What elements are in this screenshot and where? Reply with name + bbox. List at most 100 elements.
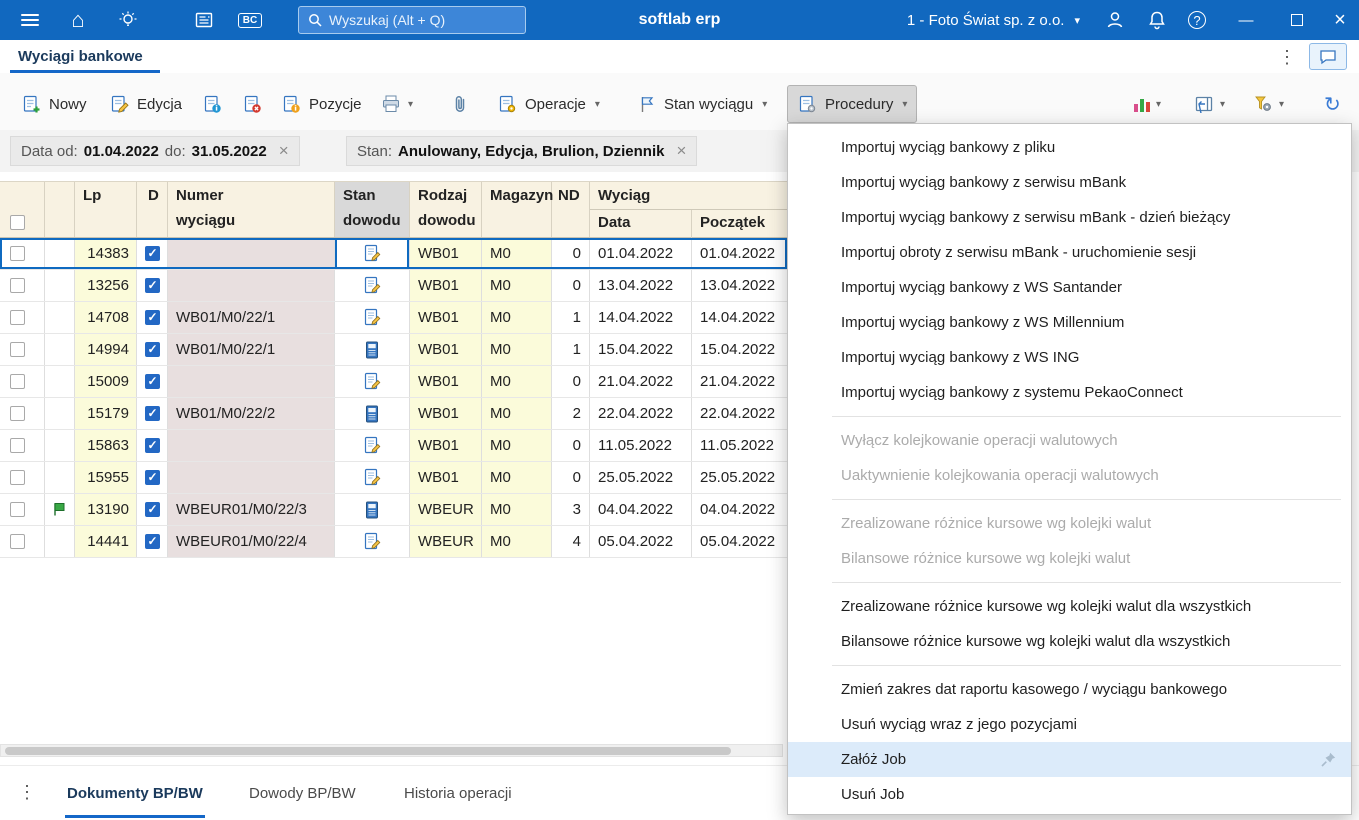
d-checkbox[interactable] <box>144 438 160 453</box>
table-row[interactable]: 15955 WB01 M0 0 25.05.2022 25.05.2022 <box>0 462 787 494</box>
menu-item[interactable]: Wyłącz kolejkowanie operacji walutowych <box>788 423 1351 458</box>
operations-button[interactable]: Operacje ▾ <box>488 85 609 123</box>
select-all-checkbox[interactable] <box>10 215 25 230</box>
more-options-icon[interactable]: ⋮ <box>18 782 36 803</box>
menu-item[interactable]: Importuj wyciąg bankowy z pliku <box>788 130 1351 165</box>
row-checkbox[interactable] <box>10 470 25 485</box>
notifications-button[interactable] <box>1141 0 1173 40</box>
filter-stan-chip[interactable]: Stan: Anulowany, Edycja, Brulion, Dzienn… <box>346 136 698 166</box>
news-button[interactable] <box>190 6 218 34</box>
d-checkbox[interactable] <box>144 534 160 549</box>
filter-settings-button[interactable]: ▾ <box>1246 85 1290 123</box>
edit-button[interactable]: Edycja <box>100 85 191 123</box>
search-input[interactable] <box>329 12 517 28</box>
remove-filter-icon[interactable]: × <box>676 141 686 161</box>
tab-historia-operacji[interactable]: Historia operacji <box>402 766 514 820</box>
refresh-button[interactable]: ↻ <box>1318 85 1347 123</box>
table-row[interactable]: 15179 WB01/M0/22/2 WB01 M0 2 22.04.2022 … <box>0 398 787 430</box>
procedures-button[interactable]: Procedury ▾ <box>787 85 918 123</box>
table-row[interactable]: 15009 WB01 M0 0 21.04.2022 21.04.2022 <box>0 366 787 398</box>
menu-item[interactable]: Usuń Job <box>788 777 1351 812</box>
col-header-poczatek[interactable]: Początek <box>692 210 787 238</box>
attachments-button[interactable] <box>444 85 476 123</box>
menu-item[interactable]: Importuj wyciąg bankowy z serwisu mBank <box>788 165 1351 200</box>
d-checkbox[interactable] <box>144 406 160 421</box>
menu-item[interactable]: Zrealizowane różnice kursowe wg kolejki … <box>788 506 1351 541</box>
menu-item[interactable]: Załóż Job <box>788 742 1351 777</box>
row-checkbox[interactable] <box>10 310 25 325</box>
menu-item[interactable]: Zrealizowane różnice kursowe wg kolejki … <box>788 589 1351 624</box>
menu-item[interactable]: Importuj wyciąg bankowy z WS ING <box>788 340 1351 375</box>
menu-item[interactable]: Importuj wyciąg bankowy z systemu PekaoC… <box>788 375 1351 410</box>
col-header-data[interactable]: Data <box>590 210 692 238</box>
menu-item[interactable]: Zmień zakres dat raportu kasowego / wyci… <box>788 672 1351 707</box>
col-header-nd[interactable]: ND <box>552 182 590 237</box>
table-row[interactable]: 14383 WB01 M0 0 01.04.2022 01.04.2022 <box>0 238 787 270</box>
table-row[interactable]: 15863 WB01 M0 0 11.05.2022 11.05.2022 <box>0 430 787 462</box>
row-checkbox[interactable] <box>10 406 25 421</box>
d-checkbox[interactable] <box>144 342 160 357</box>
filter-data-chip[interactable]: Data od: 01.04.2022 do: 31.05.2022 × <box>10 136 300 166</box>
d-checkbox[interactable] <box>144 246 160 261</box>
home-button[interactable]: ⌂ <box>64 6 92 34</box>
col-header-lp[interactable]: Lp <box>75 182 137 237</box>
d-checkbox[interactable] <box>144 502 160 517</box>
panel-layout-button[interactable]: ▾ <box>1188 85 1231 123</box>
bc-button[interactable]: BC <box>236 6 264 34</box>
scrollbar-thumb[interactable] <box>5 747 731 755</box>
menu-item[interactable]: Importuj obroty z serwisu mBank - urucho… <box>788 235 1351 270</box>
more-options-icon[interactable]: ⋮ <box>1277 47 1297 68</box>
lightbulb-button[interactable] <box>114 6 142 34</box>
chart-view-button[interactable]: ▾ <box>1128 85 1167 123</box>
col-header-flag[interactable] <box>45 182 75 237</box>
d-checkbox[interactable] <box>144 310 160 325</box>
company-selector[interactable]: 1 - Foto Świat sp. z o.o. ▾ <box>907 0 1080 40</box>
new-button[interactable]: Nowy <box>12 85 96 123</box>
row-checkbox[interactable] <box>10 534 25 549</box>
menu-item[interactable]: Uaktywnienie kolejkowania operacji walut… <box>788 458 1351 493</box>
row-checkbox[interactable] <box>10 246 25 261</box>
menu-item[interactable]: Usuń wyciąg wraz z jego pozycjami <box>788 707 1351 742</box>
menu-item[interactable]: Bilansowe różnice kursowe wg kolejki wal… <box>788 624 1351 659</box>
show-document-button[interactable] <box>196 85 229 123</box>
row-checkbox[interactable] <box>10 278 25 293</box>
d-checkbox[interactable] <box>144 470 160 485</box>
tab-dokumenty-bp-bw[interactable]: Dokumenty BP/BW <box>65 766 205 820</box>
positions-button[interactable]: Pozycje <box>272 85 371 123</box>
d-checkbox[interactable] <box>144 374 160 389</box>
chat-button[interactable] <box>1309 43 1347 70</box>
table-row[interactable]: 14994 WB01/M0/22/1 WB01 M0 1 15.04.2022 … <box>0 334 787 366</box>
table-row[interactable]: 13256 WB01 M0 0 13.04.2022 13.04.2022 <box>0 270 787 302</box>
close-button[interactable]: × <box>1324 0 1356 40</box>
d-checkbox[interactable] <box>144 278 160 293</box>
menu-item[interactable]: Importuj wyciąg bankowy z serwisu mBank … <box>788 200 1351 235</box>
table-row[interactable]: 14708 WB01/M0/22/1 WB01 M0 1 14.04.2022 … <box>0 302 787 334</box>
pin-icon[interactable] <box>1320 751 1337 768</box>
tab-dowody-bp-bw[interactable]: Dowody BP/BW <box>247 766 358 820</box>
help-button[interactable]: ? <box>1181 0 1213 40</box>
hamburger-menu-button[interactable] <box>16 6 44 34</box>
menu-item[interactable]: Bilansowe różnice kursowe wg kolejki wal… <box>788 541 1351 576</box>
row-checkbox[interactable] <box>10 342 25 357</box>
remove-filter-icon[interactable]: × <box>279 141 289 161</box>
row-checkbox[interactable] <box>10 374 25 389</box>
row-checkbox[interactable] <box>10 438 25 453</box>
col-header-select[interactable] <box>0 182 45 237</box>
statement-state-button[interactable]: Stan wyciągu ▾ <box>628 85 776 123</box>
col-header-magazyn[interactable]: Magazyn <box>482 182 553 237</box>
print-button[interactable]: ▾ <box>374 85 419 123</box>
minimize-button[interactable]: — <box>1230 0 1262 40</box>
delete-button[interactable] <box>236 85 269 123</box>
menu-item[interactable]: Importuj wyciąg bankowy z WS Millennium <box>788 305 1351 340</box>
tab-wyciagi-bankowe[interactable]: Wyciągi bankowe <box>10 40 151 73</box>
horizontal-scrollbar[interactable] <box>0 744 783 757</box>
table-row[interactable]: 13190 WBEUR01/M0/22/3 WBEUR M0 3 04.04.2… <box>0 494 787 526</box>
col-group-wyciag[interactable]: Wyciąg Data Początek <box>590 182 787 238</box>
table-row[interactable]: 14441 WBEUR01/M0/22/4 WBEUR M0 4 05.04.2… <box>0 526 787 558</box>
row-checkbox[interactable] <box>10 502 25 517</box>
col-header-stan[interactable]: Stan dowodu <box>335 182 410 237</box>
col-header-numer[interactable]: Numer wyciągu <box>168 182 335 237</box>
col-header-d[interactable]: D <box>137 182 168 237</box>
maximize-button[interactable] <box>1281 0 1313 40</box>
user-button[interactable] <box>1099 0 1131 40</box>
